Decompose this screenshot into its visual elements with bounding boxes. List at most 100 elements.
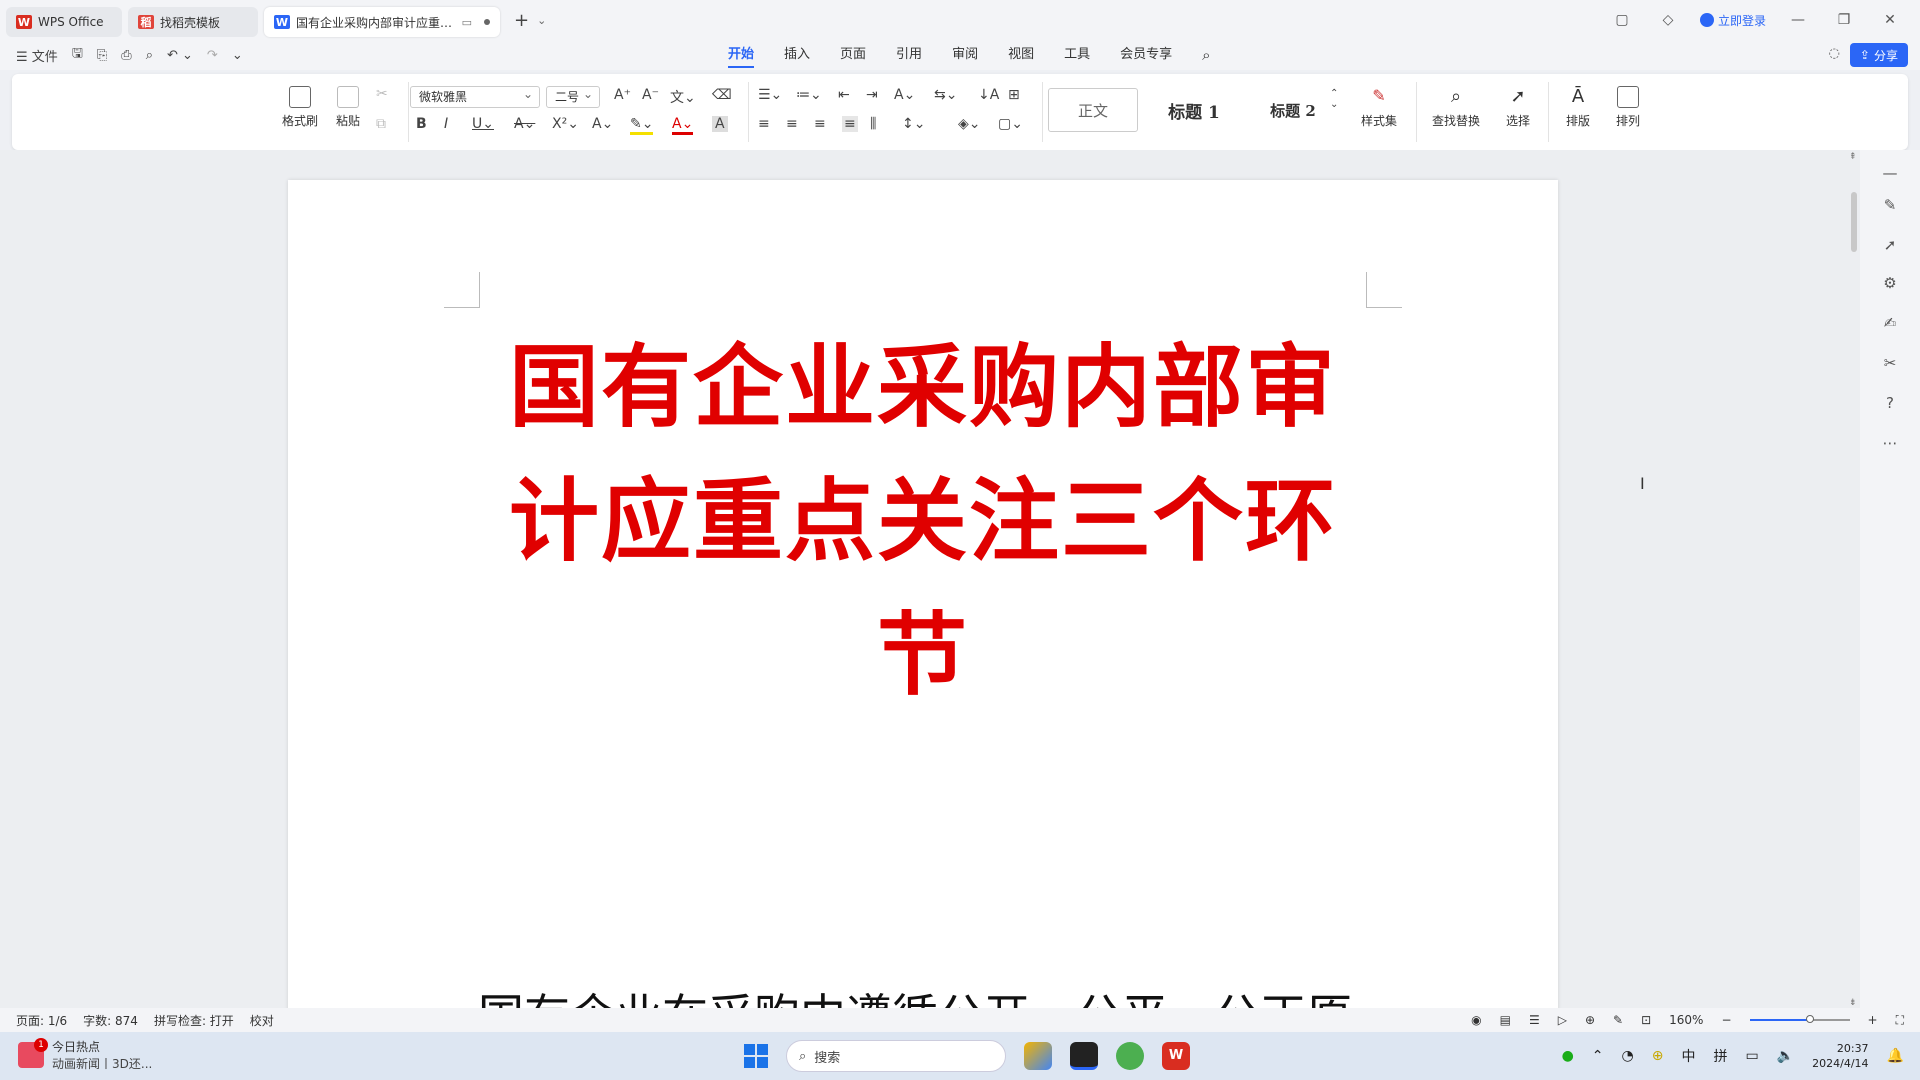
cube-icon[interactable]: ◇ [1654,12,1682,28]
plus-tray-icon[interactable]: ⊕ [1652,1048,1664,1064]
sort-icon[interactable]: ↓A [978,87,999,103]
fit-page-icon[interactable]: ⊡ [1641,1013,1651,1027]
zoom-knob[interactable] [1805,1015,1814,1023]
text-direction-icon[interactable]: ⇆⌄ [934,87,957,103]
page-indicator[interactable]: 页面: 1/6 [16,1012,67,1029]
wps-app-icon[interactable]: W [1162,1042,1190,1070]
highlight-icon[interactable]: ✎⌄ [630,116,654,135]
doc-title-line-3[interactable]: 节 [288,588,1558,722]
taskbar-search[interactable]: ⌕ 搜索 [786,1040,1006,1072]
eye-icon[interactable]: ◉ [1471,1013,1481,1027]
eraser-icon[interactable]: ⌫ [712,87,732,103]
tab-references[interactable]: 引用 [896,40,922,70]
file-menu[interactable]: ☰ 文件 [16,46,58,65]
doc-body-text[interactable]: 国有企业在采购中遵循公开、公平、公正原 [478,980,1352,1010]
pen-app-icon[interactable] [1070,1042,1098,1070]
search-icon[interactable]: ⌕ [1202,40,1210,70]
zoom-out-icon[interactable]: − [1721,1013,1731,1027]
fullscreen-icon[interactable]: ⛶ [1896,1013,1904,1028]
play-icon[interactable]: ▷ [1558,1013,1567,1027]
undo-icon[interactable]: ↶ ⌄ [167,48,193,63]
char-spacing-icon[interactable]: A⌄ [894,87,915,103]
bullet-list-icon[interactable]: ☰⌄ [758,87,782,103]
tab-home[interactable]: 开始 [728,40,755,70]
news-widget[interactable]: 1 今日热点 动画新闻丨3D还... [18,1038,152,1072]
network-icon[interactable]: ▭ [1745,1048,1758,1064]
outline-view-icon[interactable]: ☰ [1529,1013,1540,1027]
layout-icon[interactable]: ▢ [1608,12,1636,28]
pen-icon[interactable]: ✎ [1880,196,1900,216]
browser-app-icon[interactable] [1116,1042,1144,1070]
export-icon[interactable]: ⎘ [97,48,107,63]
table-lines-icon[interactable]: ⊞ [1008,87,1020,103]
tab-document[interactable]: W 国有企业采购内部审计应重点关注三个环节 ▭ [264,7,500,37]
vertical-scrollbar[interactable]: ⇞ ⇟ [1848,152,1860,1008]
restore-button[interactable]: ❐ [1830,12,1858,28]
numbered-list-icon[interactable]: ≔⌄ [796,87,822,103]
minimize-button[interactable]: — [1784,12,1812,28]
font-size-select[interactable]: 二号 [546,84,600,108]
font-shrink-icon[interactable]: A⁻ [642,87,659,103]
more-icon[interactable]: ⋯ [1880,434,1900,454]
print-preview-icon[interactable]: ⌕ [146,48,153,63]
indent-icon[interactable]: ⇥ [866,87,878,103]
style-heading-2[interactable]: 标题 2 [1248,88,1338,132]
share-button[interactable]: ⇪ 分享 [1849,43,1908,67]
justify-icon[interactable]: ≡ [842,116,858,132]
tab-list-chevron-icon[interactable]: ⌄ [537,14,546,27]
doc-title-line-1[interactable]: 国有企业采购内部审 [288,320,1558,454]
document-page[interactable]: 国有企业采购内部审 计应重点关注三个环 节 国有企业在采购中遵循公开、公平、公正… [288,180,1558,1010]
arrange-button[interactable]: 排列 [1606,86,1650,129]
border-icon[interactable]: ▢⌄ [998,116,1023,132]
font-name-select[interactable]: 微软雅黑 [410,84,540,108]
tab-review[interactable]: 审阅 [952,40,978,70]
style-normal[interactable]: 正文 [1048,88,1138,132]
comment-icon[interactable]: ◌ [1829,46,1840,61]
cut-icon[interactable]: ✂ [376,86,388,102]
tray-expand-icon[interactable]: ⌃ [1592,1048,1604,1064]
pen-view-icon[interactable]: ✎ [1613,1013,1623,1027]
word-count[interactable]: 字数: 874 [83,1012,138,1029]
select-button[interactable]: ➚ 选择 [1496,86,1540,129]
page-view-icon[interactable]: ▤ [1500,1013,1511,1027]
save-icon[interactable]: 🖫 [72,44,83,66]
tab-insert[interactable]: 插入 [784,40,810,70]
gallery-app-icon[interactable] [1024,1042,1052,1070]
volume-icon[interactable]: 🔈 [1777,1048,1794,1064]
style-scroll-icon[interactable]: ⌃ ⌄ [1330,88,1338,110]
superscript-icon[interactable]: X²⌄ [552,116,579,132]
new-tab-button[interactable]: + [514,10,529,31]
tab-view[interactable]: 视图 [1008,40,1034,70]
tab-template[interactable]: 稻 找稻壳模板 [128,7,258,37]
zoom-level-select[interactable]: 160% [1669,1013,1703,1027]
doc-title-line-2[interactable]: 计应重点关注三个环 [288,454,1558,588]
underline-icon[interactable]: U⌄ [472,116,494,132]
shading-icon[interactable]: ◈⌄ [958,116,981,132]
web-view-icon[interactable]: ⊕ [1585,1013,1595,1027]
align-center-icon[interactable]: ≡ [786,116,798,132]
clock[interactable]: 20:37 2024/4/14 [1812,1041,1868,1071]
edit-box-icon[interactable]: ✍ [1880,314,1900,334]
notification-bell-icon[interactable]: 🔔 [1887,1048,1904,1064]
style-set-button[interactable]: ✎ 样式集 [1352,86,1406,129]
font-grow-icon[interactable]: A⁺ [614,87,631,103]
wechat-icon[interactable]: ● [1562,1048,1574,1064]
scroll-thumb[interactable] [1851,192,1857,252]
document-area[interactable]: 国有企业采购内部审 计应重点关注三个环 节 国有企业在采购中遵循公开、公平、公正… [0,150,1860,1010]
redo-icon[interactable]: ↷ [207,48,218,63]
tab-tools[interactable]: 工具 [1064,40,1090,70]
strikethrough-icon[interactable]: A⌄ [514,116,535,132]
align-right-icon[interactable]: ≡ [814,116,826,132]
char-shading-icon[interactable]: A [712,116,728,132]
zoom-slider[interactable] [1749,1015,1850,1023]
phonetic-icon[interactable]: 文⌄ [670,87,696,107]
print-icon[interactable]: ⎙ [121,48,131,63]
font-color-icon[interactable]: A⌄ [672,116,694,135]
close-button[interactable]: ✕ [1876,12,1904,28]
collapse-icon[interactable]: — [1880,164,1900,184]
language-indicator[interactable]: 中 [1681,1046,1695,1066]
tab-member[interactable]: 会员专享 [1120,40,1172,70]
copy-icon[interactable]: ⧉ [376,116,386,132]
select-cursor-icon[interactable]: ➚ [1880,236,1900,256]
scroll-bottom-icon[interactable]: ⇟ [1849,998,1857,1008]
